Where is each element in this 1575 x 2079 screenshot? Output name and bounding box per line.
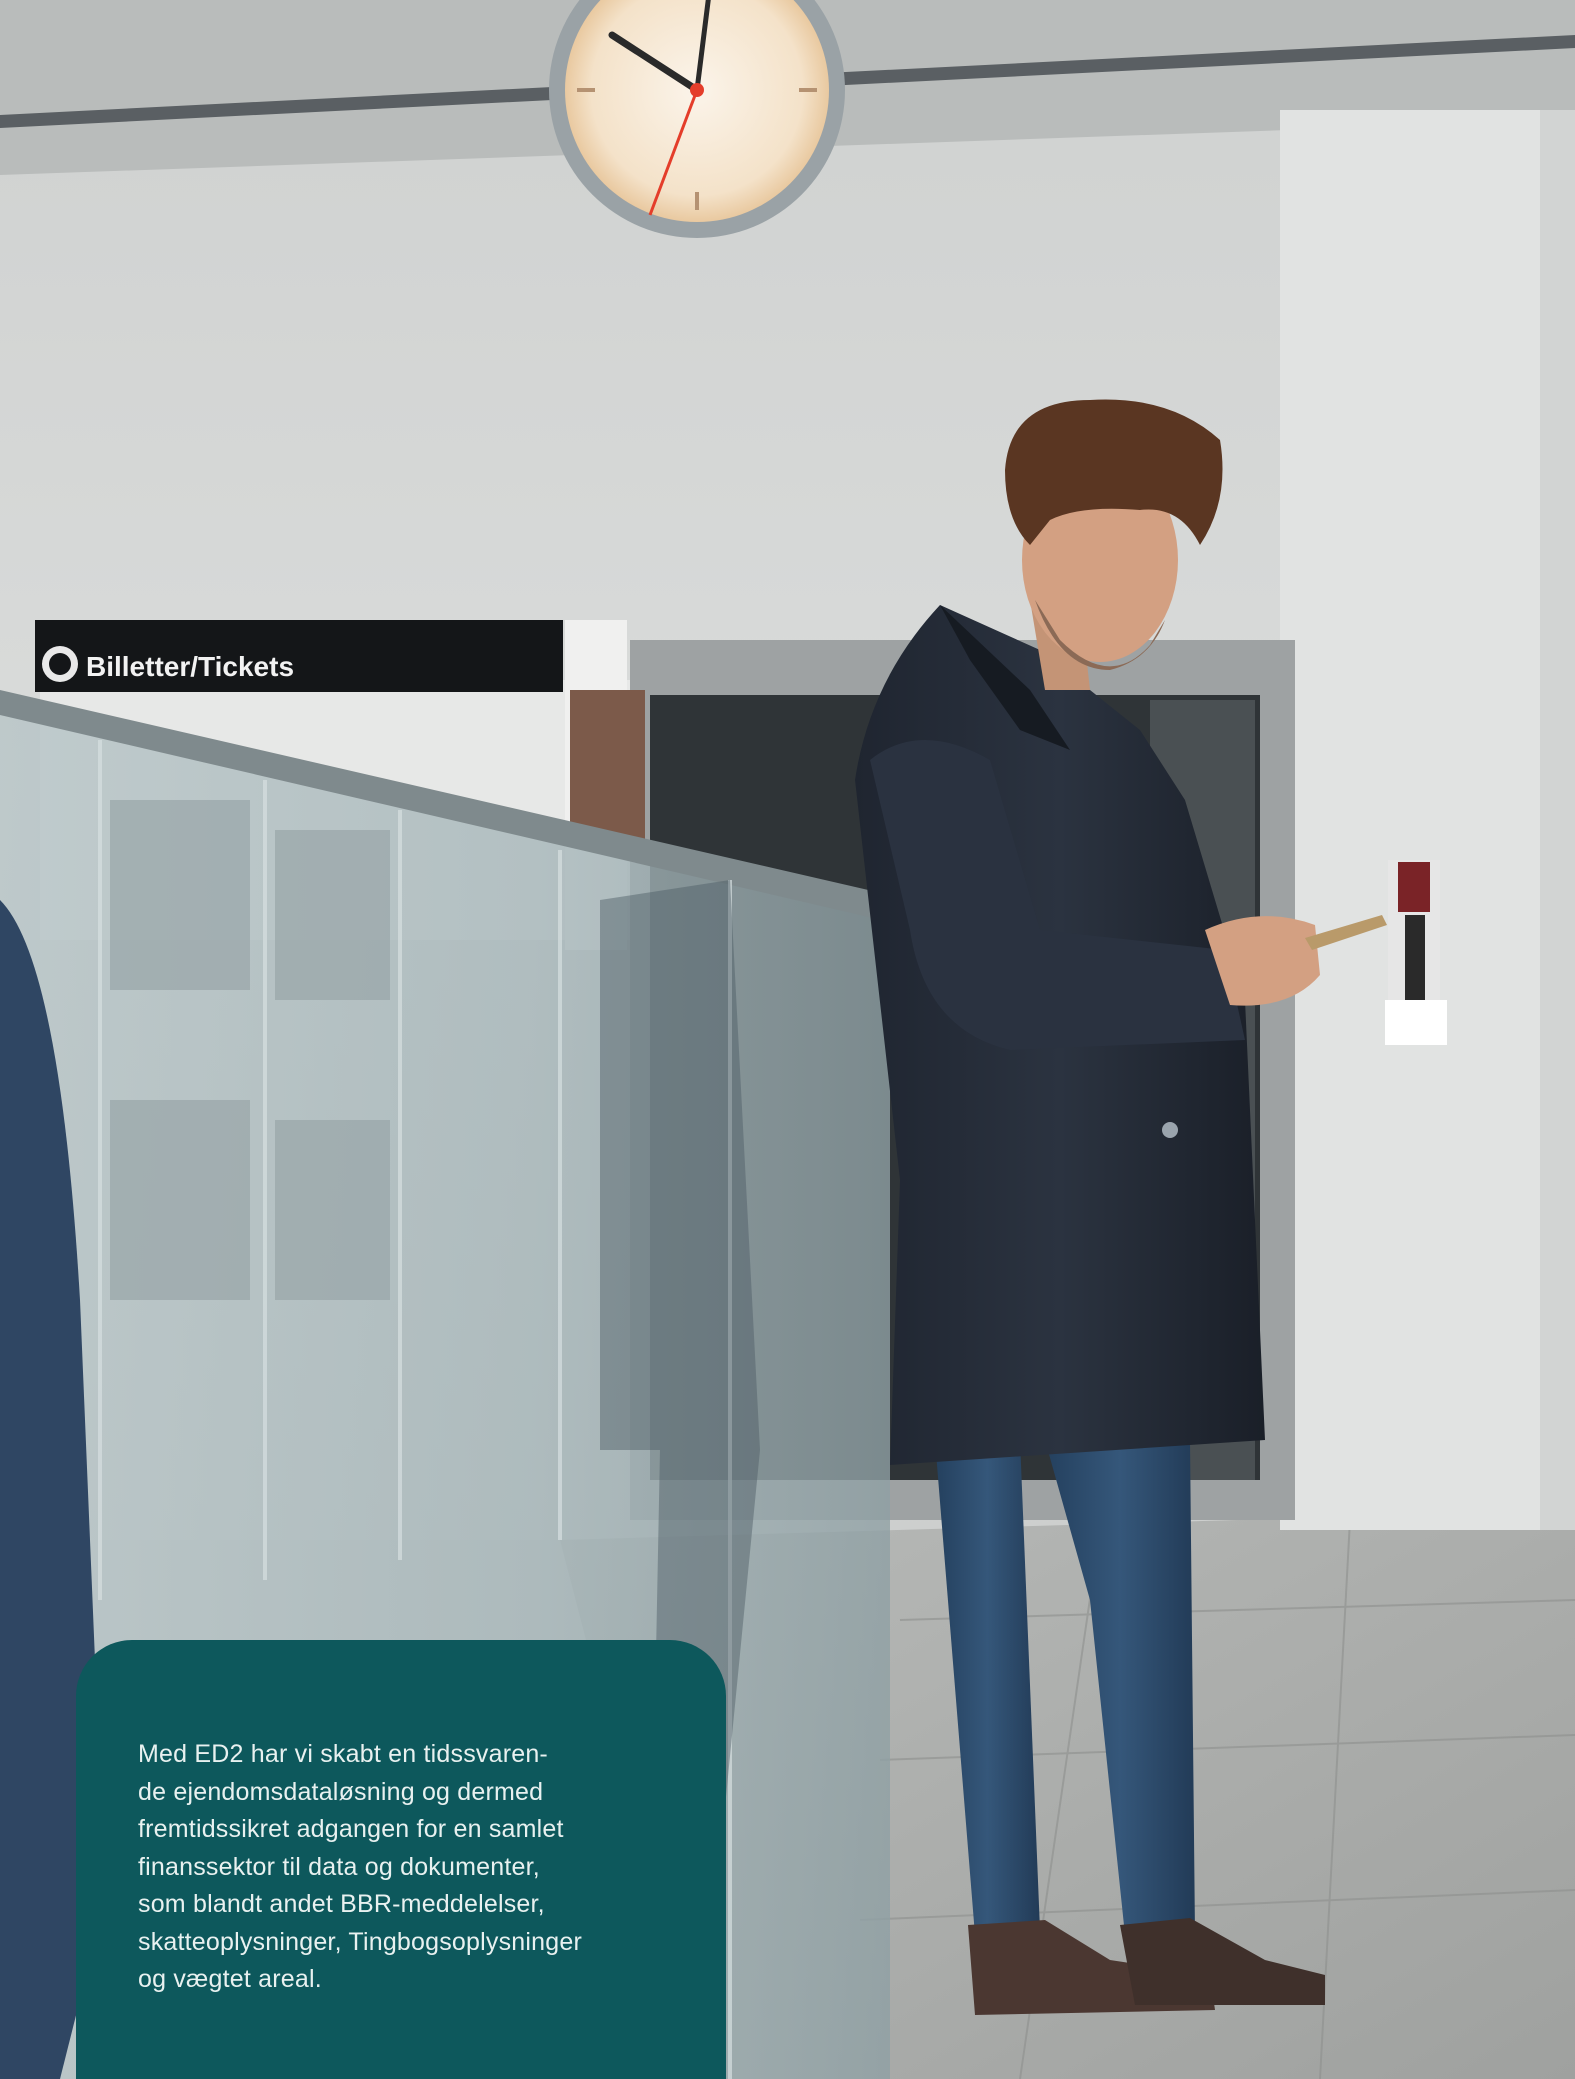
pillar <box>1280 110 1575 1530</box>
wall-box <box>1385 1000 1447 1045</box>
caption-text: Med ED2 har vi skabt en tidssvaren- de e… <box>138 1740 582 1993</box>
ticket-sign-text: Billetter/Tickets <box>86 651 294 682</box>
caption-box: Med ED2 har vi skabt en tidssvaren- de e… <box>76 1640 726 2079</box>
